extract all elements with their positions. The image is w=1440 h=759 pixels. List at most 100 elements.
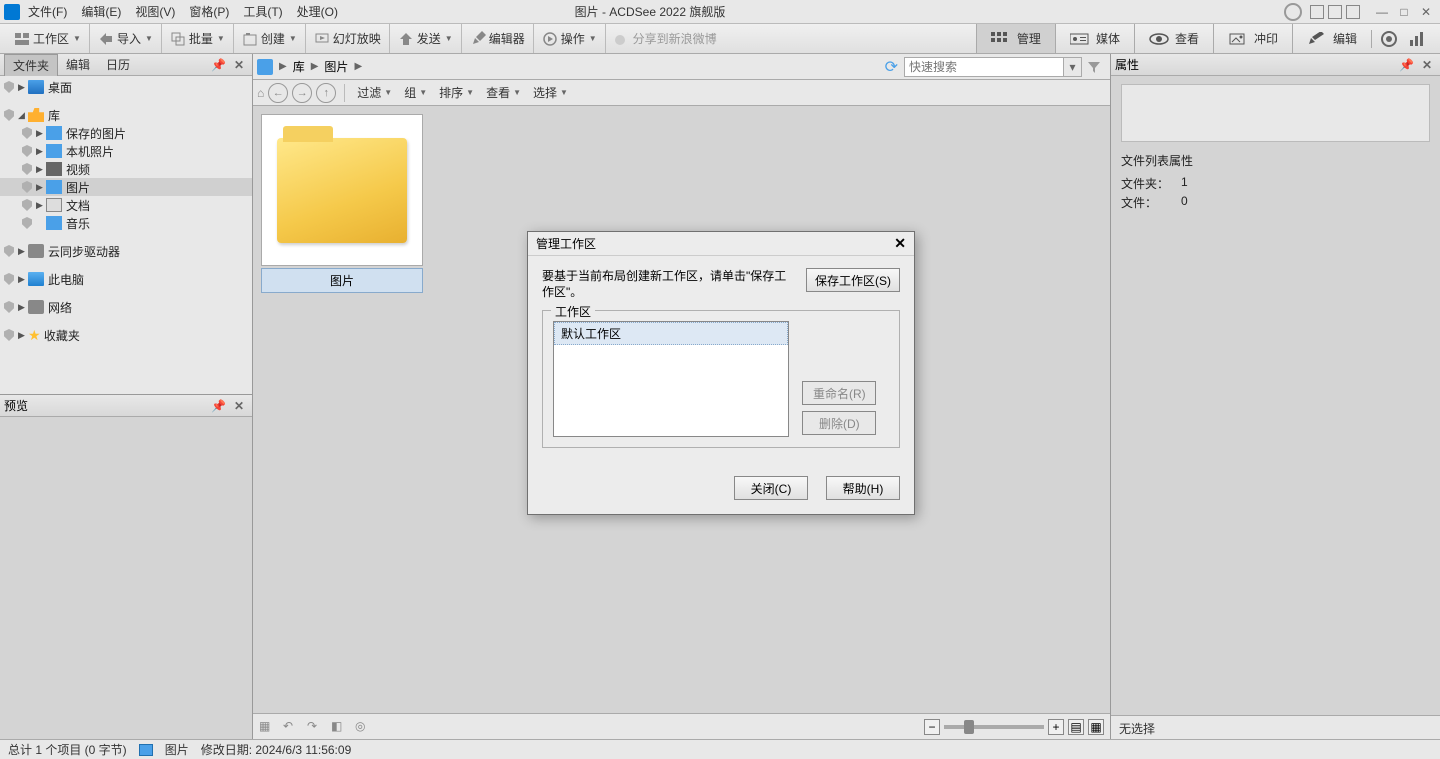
pin-icon[interactable]: 📌 [207,58,230,72]
rotate-left-icon[interactable]: ↶ [283,719,299,735]
stats-icon[interactable] [1408,30,1426,48]
folder-tree[interactable]: ▶桌面 ◢库 ▶保存的图片 ▶本机照片 ▶视频 ▶图片 ▶文档 音乐 ▶云同步驱… [0,76,252,394]
up-button[interactable]: ↑ [316,83,336,103]
tab-folders[interactable]: 文件夹 [4,54,58,76]
tree-favorites[interactable]: ▶★ 收藏夹 [0,326,252,344]
back-button[interactable]: ← [268,83,288,103]
layout-3-icon[interactable] [1346,5,1360,19]
workspace-item-default[interactable]: 默认工作区 [554,322,788,345]
menu-window[interactable]: 窗格(P) [189,3,229,20]
forward-button[interactable]: → [292,83,312,103]
tab-edit-left[interactable]: 编辑 [58,54,98,75]
rotate-right-icon[interactable]: ↷ [307,719,323,735]
breadcrumb-root-icon[interactable] [257,59,273,75]
preview-close-icon[interactable]: ✕ [230,399,248,413]
dialog-title: 管理工作区 [536,235,596,252]
manage-workspace-dialog: 管理工作区 ✕ 要基于当前布局创建新工作区，请单击"保存工作区"。 保存工作区(… [527,231,915,515]
workspace-listbox[interactable]: 默认工作区 [553,321,789,437]
properties-title: 属性 [1115,56,1139,73]
content-bottom-bar: ▦ ↶ ↷ ◧ ◎ − + ▤ ▦ [253,713,1110,739]
editor-button[interactable]: 编辑器 [468,28,527,49]
tab-media[interactable]: 媒体 [1055,24,1134,53]
sync-icon[interactable] [1380,30,1398,48]
tree-network[interactable]: ▶网络 [0,298,252,316]
share-weibo-button[interactable]: 分享到新浪微博 [612,28,719,49]
maximize-button[interactable]: □ [1394,5,1414,19]
view-menu[interactable]: 查看▼ [482,84,525,101]
menu-view[interactable]: 视图(V) [135,3,175,20]
tree-music[interactable]: 音乐 [0,214,252,232]
compare-icon[interactable]: ◧ [331,719,347,735]
tree-pictures[interactable]: ▶图片 [0,178,252,196]
props-pin-icon[interactable]: 📌 [1395,58,1418,72]
tree-saved-pics[interactable]: ▶保存的图片 [0,124,252,142]
tree-cloud[interactable]: ▶云同步驱动器 [0,242,252,260]
dialog-close-btn[interactable]: 关闭(C) [734,476,808,500]
tag-icon[interactable]: ▦ [259,719,275,735]
filter-menu[interactable]: 过滤▼ [353,84,396,101]
group-menu[interactable]: 组▼ [400,84,431,101]
preview-panel: 预览 📌 ✕ [0,394,252,739]
save-workspace-button[interactable]: 保存工作区(S) [806,268,900,292]
tab-manage[interactable]: 管理 [976,24,1055,53]
import-button[interactable]: 导入▼ [96,28,155,49]
tree-videos[interactable]: ▶视频 [0,160,252,178]
slideshow-button[interactable]: 幻灯放映 [312,28,383,49]
fieldset-legend: 工作区 [551,303,595,320]
view-mode-1-icon[interactable]: ▤ [1068,719,1084,735]
home-icon[interactable]: ⌂ [257,86,264,100]
layout-2-icon[interactable] [1328,5,1342,19]
folder-thumb[interactable]: 图片 [261,114,423,293]
dialog-close-button[interactable]: ✕ [894,235,906,252]
tab-view[interactable]: 查看 [1134,24,1213,53]
close-panel-icon[interactable]: ✕ [230,58,248,72]
view-mode-2-icon[interactable]: ▦ [1088,719,1104,735]
tab-calendar[interactable]: 日历 [98,54,138,75]
menu-tools[interactable]: 工具(T) [243,3,282,20]
batch-button[interactable]: 批量▼ [168,28,227,49]
zoom-slider[interactable] [944,725,1044,729]
tree-local-photos[interactable]: ▶本机照片 [0,142,252,160]
menu-edit[interactable]: 编辑(E) [81,3,121,20]
breadcrumb-pictures[interactable]: 图片 [324,58,348,75]
sort-menu[interactable]: 排序▼ [435,84,478,101]
props-close-icon[interactable]: ✕ [1418,58,1436,72]
properties-body: 文件列表属性 文件夹：1 文件：0 [1111,76,1440,715]
workspace-button[interactable]: 工作区▼ [12,28,83,49]
zoom-in-button[interactable]: + [1048,719,1064,735]
layout-1-icon[interactable] [1310,5,1324,19]
tree-desktop[interactable]: ▶桌面 [0,78,252,96]
tree-library[interactable]: ◢库 [0,106,252,124]
folders-panel-header: 文件夹 编辑 日历 📌 ✕ [0,54,252,76]
dialog-titlebar[interactable]: 管理工作区 ✕ [528,232,914,256]
tree-this-pc[interactable]: ▶此电脑 [0,270,252,288]
search-input[interactable] [904,57,1064,77]
zoom-out-button[interactable]: − [924,719,940,735]
main-toolbar: 工作区▼ 导入▼ 批量▼ 创建▼ 幻灯放映 发送▼ 编辑器 操作▼ 分享到新浪微… [0,24,1440,54]
refresh-icon[interactable]: ⟳ [885,57,898,77]
rename-button[interactable]: 重命名(R) [802,381,876,405]
app-icon [4,4,20,20]
file-list-props-heading: 文件列表属性 [1121,152,1430,169]
create-button[interactable]: 创建▼ [240,28,299,49]
select-menu[interactable]: 选择▼ [529,84,572,101]
filter-icon[interactable] [1086,59,1106,75]
send-button[interactable]: 发送▼ [396,28,455,49]
tree-documents[interactable]: ▶文档 [0,196,252,214]
preview-pin-icon[interactable]: 📌 [207,399,230,413]
status-type: 图片 [165,741,189,758]
operate-button[interactable]: 操作▼ [540,28,599,49]
tab-edit[interactable]: 编辑 [1292,24,1371,53]
minimize-button[interactable]: — [1372,5,1392,19]
delete-button[interactable]: 删除(D) [802,411,876,435]
tab-print[interactable]: 冲印 [1213,24,1292,53]
title-bar: 文件(F) 编辑(E) 视图(V) 窗格(P) 工具(T) 处理(O) 图片 -… [0,0,1440,24]
close-button[interactable]: ✕ [1416,5,1436,19]
target-icon[interactable]: ◎ [355,719,371,735]
menu-file[interactable]: 文件(F) [28,3,67,20]
account-icon[interactable] [1284,3,1302,21]
dialog-help-btn[interactable]: 帮助(H) [826,476,900,500]
breadcrumb-library[interactable]: 库 [293,58,305,75]
search-dropdown[interactable]: ▾ [1064,57,1082,77]
menu-process[interactable]: 处理(O) [297,3,338,20]
